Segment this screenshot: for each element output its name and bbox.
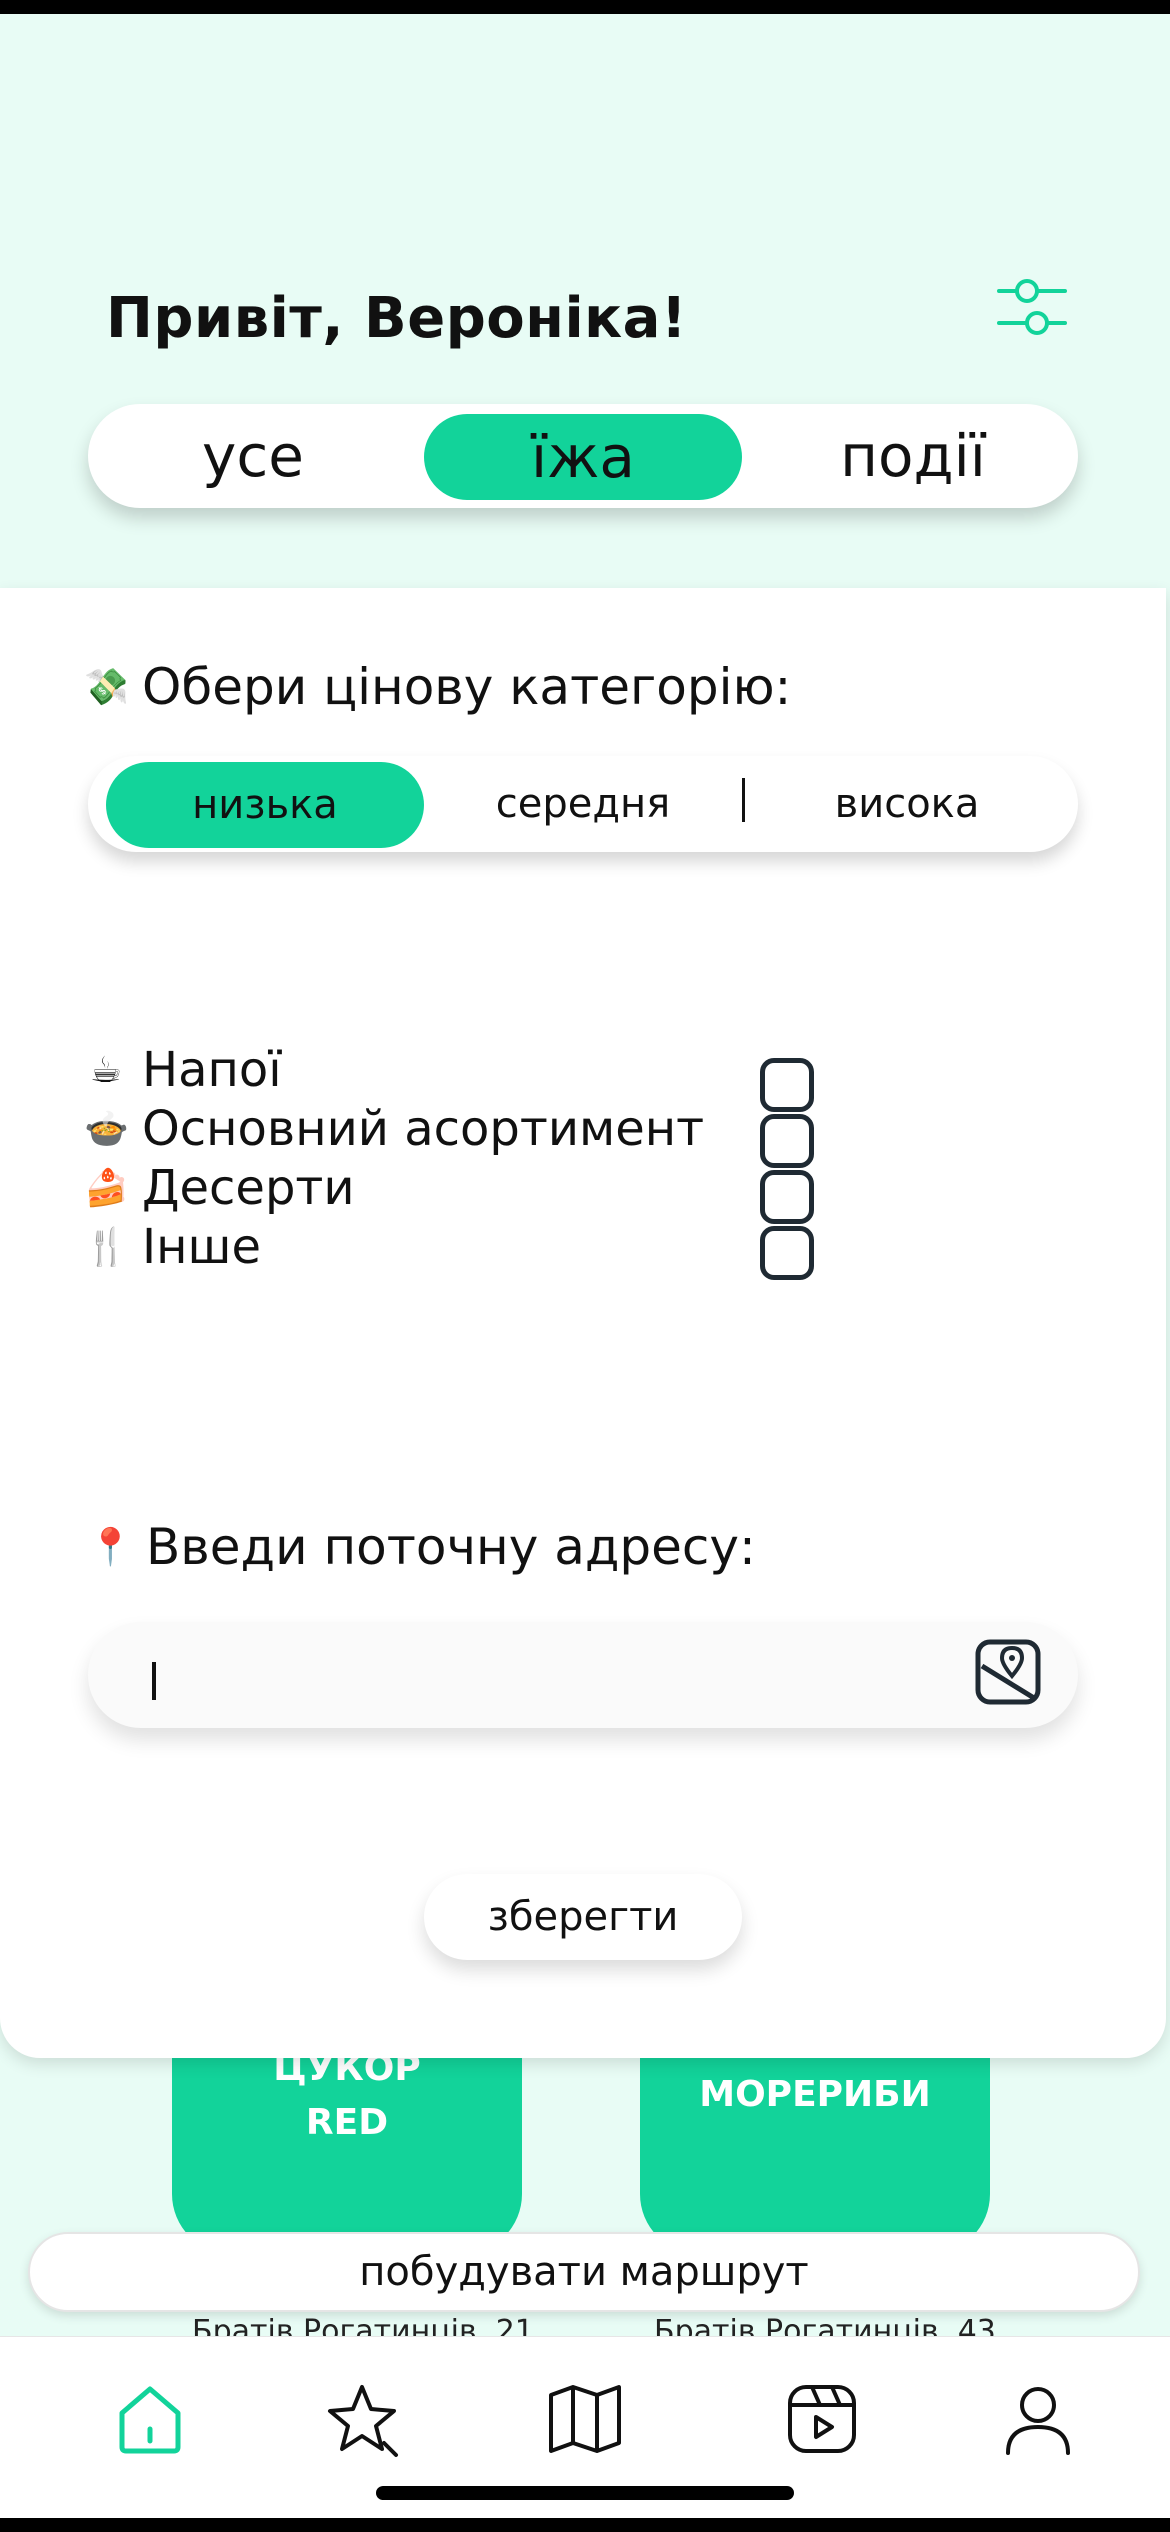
bowl-icon: 🍲 xyxy=(84,1109,129,1150)
checkbox-drinks[interactable] xyxy=(760,1058,814,1112)
reels-icon[interactable] xyxy=(782,2379,862,2459)
price-category-title: Обери цінову категорію: xyxy=(142,658,792,716)
price-high[interactable]: висока xyxy=(748,756,1066,852)
build-route-button[interactable]: побудувати маршрут xyxy=(28,2232,1140,2312)
category-other: 🍴 Інше xyxy=(84,1219,261,1275)
star-search-icon[interactable] xyxy=(322,2379,402,2459)
price-medium[interactable]: середня xyxy=(424,756,742,852)
cutlery-icon: 🍴 xyxy=(84,1227,129,1268)
tab-all[interactable]: усе xyxy=(88,404,418,508)
divider xyxy=(742,778,745,822)
address-input[interactable] xyxy=(88,1622,1078,1728)
home-icon[interactable] xyxy=(110,2379,190,2459)
category-label: Основний асортимент xyxy=(142,1101,705,1157)
sliders-icon[interactable] xyxy=(995,269,1071,345)
category-drinks: ☕ Напої xyxy=(84,1042,282,1098)
home-indicator xyxy=(376,2486,794,2500)
address-heading: 📍 Введи поточну адресу: xyxy=(88,1518,756,1576)
price-low[interactable]: низька xyxy=(106,762,424,848)
category-desserts: 🍰 Десерти xyxy=(84,1160,355,1216)
category-label: Інше xyxy=(142,1219,261,1275)
address-title: Введи поточну адресу: xyxy=(146,1518,756,1576)
checkbox-desserts[interactable] xyxy=(760,1170,814,1224)
greeting-title: Привіт, Вероніка! xyxy=(106,286,687,351)
profile-icon[interactable] xyxy=(998,2379,1078,2459)
coffee-icon: ☕ xyxy=(89,1049,123,1091)
price-category-switch: низька середня висока xyxy=(88,756,1078,852)
money-icon: 💸 xyxy=(84,667,129,708)
filter-sheet: 💸 Обери цінову категорію: низька середня… xyxy=(0,588,1166,2058)
pin-icon: 📍 xyxy=(88,1527,133,1568)
map-location-icon[interactable] xyxy=(972,1636,1044,1708)
category-label: Десерти xyxy=(142,1160,355,1216)
app-screen: Привіт, Вероніка! усе їжа події ЦУКОР RE… xyxy=(0,14,1170,2518)
checkbox-main[interactable] xyxy=(760,1114,814,1168)
tab-events[interactable]: події xyxy=(748,404,1078,508)
map-icon[interactable] xyxy=(545,2379,625,2459)
save-button[interactable]: зберегти xyxy=(424,1874,742,1960)
place-subtitle: RED xyxy=(305,2102,389,2143)
price-category-heading: 💸 Обери цінову категорію: xyxy=(84,658,791,716)
cake-icon: 🍰 xyxy=(84,1168,129,1209)
checkbox-other[interactable] xyxy=(760,1226,814,1280)
content-type-switch: усе їжа події xyxy=(88,404,1078,508)
text-caret xyxy=(152,1662,156,1700)
tab-food[interactable]: їжа xyxy=(424,414,742,500)
category-main: 🍲 Основний асортимент xyxy=(84,1101,704,1157)
category-label: Напої xyxy=(142,1042,282,1098)
place-title: МОРЕРИБИ xyxy=(699,2074,931,2115)
